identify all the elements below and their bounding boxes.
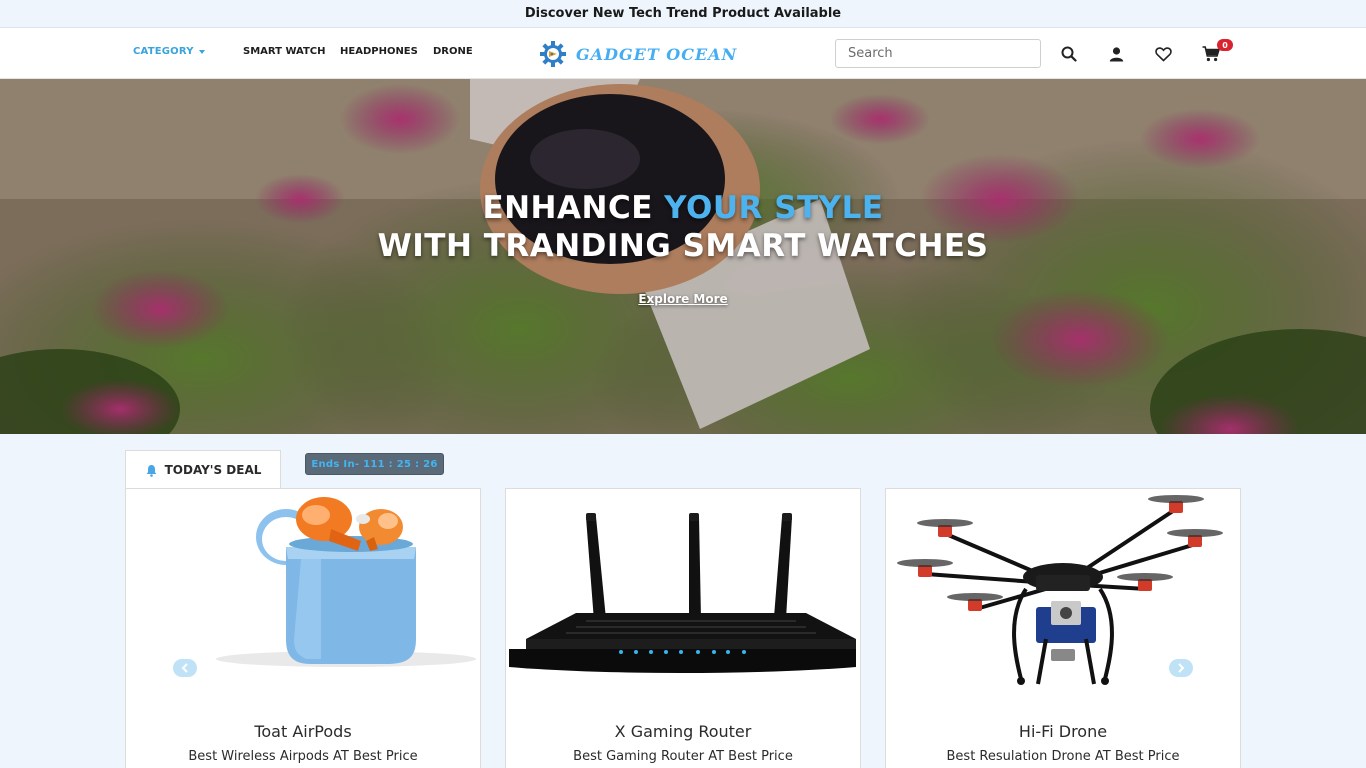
user-icon [1109, 46, 1123, 61]
chevron-right-icon [1178, 663, 1185, 673]
product-title: Toat AirPods [254, 722, 352, 741]
search-icon [1061, 46, 1077, 62]
explore-more-link[interactable]: Explore More [620, 292, 746, 306]
todays-deal-label: TODAY'S DEAL [164, 463, 262, 477]
search-input[interactable] [835, 39, 1041, 68]
hero-headline-line1: ENHANCE YOUR STYLE [0, 190, 1366, 226]
product-card[interactable]: X Gaming Router Best Gaming Router AT Be… [505, 488, 861, 768]
cart-count-badge: 0 [1217, 39, 1233, 51]
carousel-next-button[interactable] [1169, 659, 1193, 677]
deal-countdown: Ends In- 111 : 25 : 26 [305, 453, 444, 475]
product-subtitle: Best Resulation Drone AT Best Price [946, 749, 1180, 764]
caret-down-icon [198, 49, 205, 54]
heart-icon [1154, 46, 1172, 62]
hero-headline-prefix: ENHANCE [482, 190, 665, 226]
product-subtitle: Best Gaming Router AT Best Price [573, 749, 793, 764]
announcement-bar: Discover New Tech Trend Product Availabl… [0, 0, 1366, 28]
nav-link-drone[interactable]: DRONE [433, 46, 473, 57]
wishlist-button[interactable] [1154, 45, 1172, 63]
bell-icon [146, 464, 157, 477]
nav-link-headphones[interactable]: HEADPHONES [340, 46, 418, 57]
hero-banner: ENHANCE YOUR STYLE WITH TRANDING SMART W… [0, 79, 1366, 434]
product-card[interactable]: Toat AirPods Best Wireless Airpods AT Be… [125, 488, 481, 768]
announcement-text: Discover New Tech Trend Product Availabl… [524, 6, 842, 21]
search-button[interactable] [1060, 45, 1078, 63]
category-dropdown[interactable]: CATEGORY [133, 46, 205, 57]
main-navbar: CATEGORY SMART WATCH HEADPHONES DRONE GA… [0, 28, 1366, 79]
product-title: X Gaming Router [614, 722, 752, 741]
account-button[interactable] [1107, 45, 1125, 63]
hero-headline-accent: YOUR STYLE [664, 190, 884, 226]
product-card[interactable]: Hi-Fi Drone Best Resulation Drone AT Bes… [885, 488, 1241, 768]
logo-text: GADGET OCEAN [576, 44, 738, 64]
product-title: Hi-Fi Drone [1018, 722, 1108, 741]
gear-logo-icon [540, 41, 566, 67]
carousel-prev-button[interactable] [173, 659, 197, 677]
chevron-left-icon [181, 663, 188, 673]
site-logo[interactable]: GADGET OCEAN [538, 40, 737, 68]
category-label: CATEGORY [133, 46, 194, 57]
nav-link-smart-watch[interactable]: SMART WATCH [243, 46, 326, 57]
product-image-router [509, 513, 856, 673]
todays-deal-tab[interactable]: TODAY'S DEAL [125, 450, 281, 489]
hero-headline-line2: WITH TRANDING SMART WATCHES [377, 228, 989, 264]
product-subtitle: Best Wireless Airpods AT Best Price [188, 749, 418, 764]
